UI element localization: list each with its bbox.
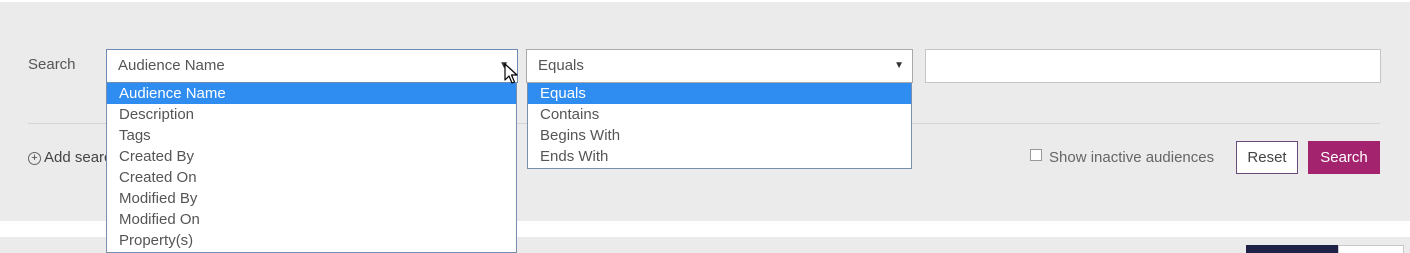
reset-button[interactable]: Reset: [1236, 141, 1298, 174]
operator-select-value: Equals: [538, 57, 584, 74]
field-select-value: Audience Name: [118, 57, 225, 74]
operator-option[interactable]: Equals: [528, 83, 911, 104]
field-option[interactable]: Modified By: [107, 188, 516, 209]
plus-circle-icon: +: [28, 152, 41, 165]
operator-option[interactable]: Ends With: [528, 146, 911, 167]
add-search-label: Add searc: [44, 149, 112, 166]
operator-option[interactable]: Contains: [528, 104, 911, 125]
field-option[interactable]: Property(s): [107, 230, 516, 251]
field-option[interactable]: Modified On: [107, 209, 516, 230]
field-option[interactable]: Created By: [107, 146, 516, 167]
field-option[interactable]: Description: [107, 104, 516, 125]
caret-down-icon: ▼: [894, 60, 904, 71]
field-option[interactable]: Audience Name: [107, 83, 516, 104]
search-value-input[interactable]: [925, 49, 1381, 83]
add-search-link[interactable]: + Add searc: [28, 149, 112, 166]
view-tab-inactive[interactable]: [1338, 245, 1404, 253]
view-tab-active[interactable]: [1246, 245, 1338, 253]
show-inactive-toggle[interactable]: Show inactive audiences: [1030, 149, 1214, 166]
search-label: Search: [28, 56, 76, 73]
operator-select[interactable]: Equals ▼: [526, 49, 913, 83]
operator-option[interactable]: Begins With: [528, 125, 911, 146]
operator-dropdown-list[interactable]: Equals Contains Begins With Ends With: [527, 83, 912, 169]
field-dropdown-list[interactable]: Audience Name Description Tags Created By Cr…: [106, 83, 517, 253]
show-inactive-checkbox[interactable]: [1030, 149, 1042, 161]
field-option[interactable]: Tags: [107, 125, 516, 146]
mouse-pointer-icon: [504, 63, 518, 84]
search-button[interactable]: Search: [1308, 141, 1380, 174]
field-select[interactable]: Audience Name ▼: [106, 49, 518, 83]
field-option[interactable]: Created On: [107, 167, 516, 188]
show-inactive-label: Show inactive audiences: [1049, 149, 1215, 166]
